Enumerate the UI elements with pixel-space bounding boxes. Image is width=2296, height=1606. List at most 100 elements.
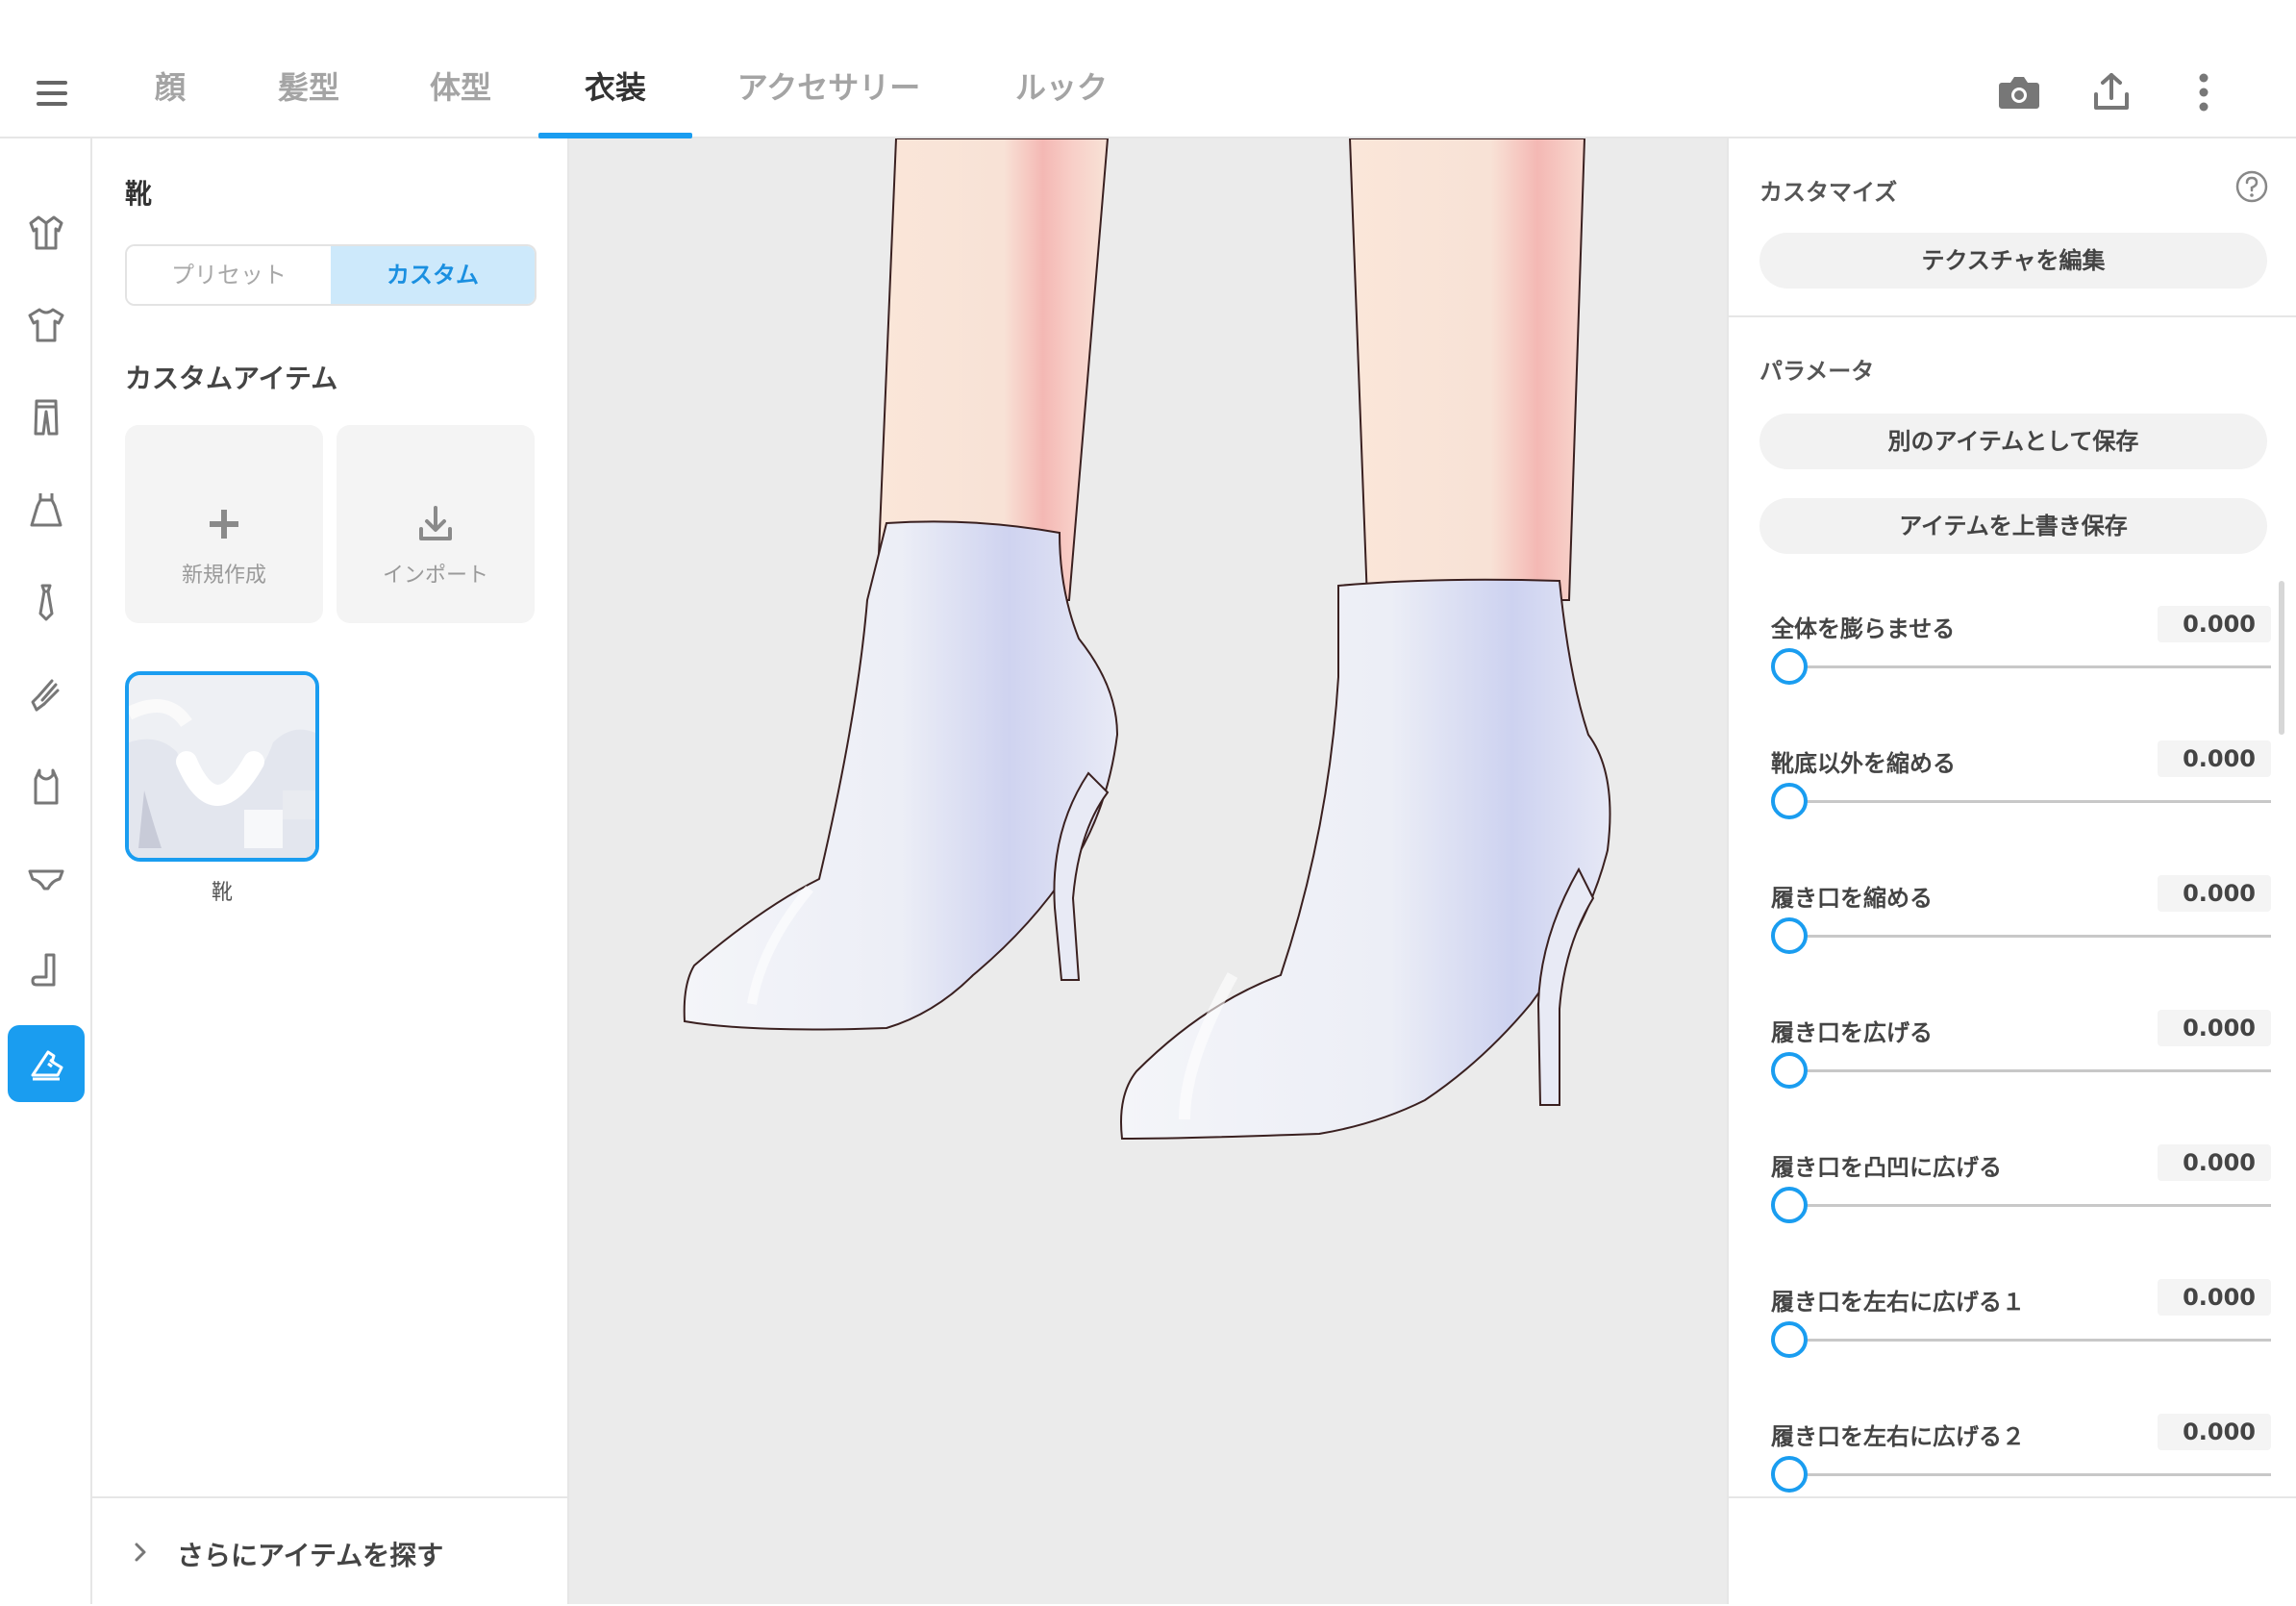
param-value-field[interactable]: 0.000 <box>2158 1279 2271 1316</box>
tab-label: 衣装 <box>584 69 646 106</box>
tab-label: 顔 <box>154 69 186 106</box>
param-slider-thumb[interactable] <box>1771 1187 1808 1223</box>
tshirt-icon <box>28 308 64 342</box>
boot-texture-preview <box>129 675 315 858</box>
tab-label: 髪型 <box>277 69 339 106</box>
jacket-icon <box>29 215 63 250</box>
pants-icon <box>34 399 59 436</box>
tab-look[interactable]: ルック <box>1000 63 1123 138</box>
boot-item-thumbnail[interactable] <box>125 671 319 862</box>
glove-icon <box>31 679 60 712</box>
customize-title: カスタマイズ <box>1759 179 1898 206</box>
customize-panel: カスタマイズ テクスチャを編集 パラメータ 別のアイテムとして保存 アイテムを上… <box>1727 138 2296 1604</box>
rail-item-shoe[interactable] <box>8 1025 85 1102</box>
rail-item-dress[interactable] <box>8 471 85 548</box>
tab-hairstyle[interactable]: 髪型 <box>262 63 356 138</box>
share-upload-icon[interactable] <box>2086 67 2136 117</box>
panel-footer-divider <box>1729 1496 2296 1498</box>
param-row: 全体を膨らませる 0.000 <box>1771 606 2271 725</box>
find-more-label: さらにアイテムを探す <box>177 1540 444 1571</box>
rail-item-necktie[interactable] <box>8 564 85 640</box>
param-label: 履き口を縮める <box>1771 885 1933 912</box>
rail-item-tank-top[interactable] <box>8 748 85 825</box>
rail-item-sock[interactable] <box>8 933 85 1010</box>
param-slider-thumb[interactable] <box>1771 1052 1808 1089</box>
param-slider-track[interactable] <box>1771 1069 2271 1072</box>
dress-icon <box>30 493 62 527</box>
param-value-field[interactable]: 0.000 <box>2158 1144 2271 1181</box>
param-label: 履き口を左右に広げる１ <box>1771 1289 2025 1316</box>
param-slider-track[interactable] <box>1771 1473 2271 1476</box>
param-row: 履き口を凸凹に広げる 0.000 <box>1771 1144 2271 1264</box>
tab-label: ルック <box>1014 69 1108 106</box>
preset-custom-toggle: プリセット カスタム <box>125 244 537 306</box>
param-slider-track[interactable] <box>1771 1204 2271 1207</box>
help-icon[interactable] <box>2234 169 2269 204</box>
edit-texture-button[interactable]: テクスチャを編集 <box>1759 233 2267 289</box>
tab-face[interactable]: 顔 <box>135 63 206 138</box>
param-label: 全体を膨らませる <box>1771 615 1956 642</box>
tab-label: 体型 <box>429 69 491 106</box>
import-label: インポート <box>382 564 488 588</box>
param-value-field[interactable]: 0.000 <box>2158 1010 2271 1046</box>
camera-icon[interactable] <box>1994 67 2044 117</box>
download-icon <box>419 506 452 540</box>
find-more-items-button[interactable]: さらにアイテムを探す <box>92 1496 567 1606</box>
tab-outfit[interactable]: 衣装 <box>538 63 692 138</box>
necktie-icon <box>38 584 54 621</box>
param-slider-thumb[interactable] <box>1771 917 1808 954</box>
param-label: 履き口を広げる <box>1771 1019 1933 1046</box>
preset-tab[interactable]: プリセット <box>127 246 331 304</box>
tab-body-type[interactable]: 体型 <box>413 63 508 138</box>
param-label: 履き口を左右に広げる２ <box>1771 1423 2025 1450</box>
param-slider-thumb[interactable] <box>1771 1456 1808 1493</box>
panel-title: 靴 <box>125 178 153 210</box>
hamburger-menu-icon[interactable] <box>33 73 73 113</box>
param-value-field[interactable]: 0.000 <box>2158 1414 2271 1450</box>
param-slider-thumb[interactable] <box>1771 783 1808 819</box>
rail-item-glove[interactable] <box>8 656 85 733</box>
underwear-icon <box>28 869 64 891</box>
param-row: 履き口を左右に広げる２ 0.000 <box>1771 1414 2271 1533</box>
save-as-new-item-button[interactable]: 別のアイテムとして保存 <box>1759 414 2267 469</box>
param-slider-track[interactable] <box>1771 935 2271 938</box>
rail-item-underwear[interactable] <box>8 841 85 917</box>
item-name: 靴 <box>211 881 233 905</box>
param-label: 履き口を凸凹に広げる <box>1771 1154 2002 1181</box>
sock-icon <box>31 953 56 987</box>
section-divider <box>1729 315 2296 317</box>
param-slider-track[interactable] <box>1771 665 2271 668</box>
tab-label: アクセサリー <box>736 69 921 106</box>
top-bar: 顔 髪型 体型 衣装 アクセサリー ルック <box>0 0 2296 138</box>
param-row: 履き口を広げる 0.000 <box>1771 1010 2271 1129</box>
rail-item-jacket[interactable] <box>8 194 85 271</box>
rail-item-pants[interactable] <box>8 379 85 456</box>
tab-accessory[interactable]: アクセサリー <box>731 63 927 138</box>
param-value-field[interactable]: 0.000 <box>2158 740 2271 777</box>
3d-preview-viewport[interactable] <box>569 138 1727 1604</box>
param-slider-track[interactable] <box>1771 1339 2271 1342</box>
item-panel: 靴 プリセット カスタム カスタムアイテム 新規作成 インポート 靴 さらにアイ… <box>92 138 569 1604</box>
param-value-field[interactable]: 0.000 <box>2158 606 2271 642</box>
custom-tab[interactable]: カスタム <box>331 246 535 304</box>
param-slider-track[interactable] <box>1771 800 2271 803</box>
param-slider-thumb[interactable] <box>1771 1321 1808 1358</box>
param-slider-thumb[interactable] <box>1771 648 1808 685</box>
plus-icon <box>210 510 238 539</box>
category-rail <box>0 138 92 1604</box>
scrollbar[interactable] <box>2279 581 2284 735</box>
rail-item-tshirt[interactable] <box>8 287 85 364</box>
param-label: 靴底以外を縮める <box>1771 750 1956 777</box>
param-value-field[interactable]: 0.000 <box>2158 875 2271 912</box>
param-row: 履き口を左右に広げる１ 0.000 <box>1771 1279 2271 1398</box>
overwrite-save-button[interactable]: アイテムを上書き保存 <box>1759 498 2267 554</box>
chevron-right-icon <box>135 1543 146 1562</box>
custom-items-heading: カスタムアイテム <box>125 363 338 394</box>
param-row: 靴底以外を縮める 0.000 <box>1771 740 2271 860</box>
shoe-icon <box>31 1050 63 1081</box>
more-vertical-icon[interactable] <box>2179 67 2229 117</box>
new-item-button[interactable]: 新規作成 <box>125 425 323 623</box>
tank-top-icon <box>34 768 59 805</box>
boots-3d-render <box>683 138 1611 1141</box>
import-button[interactable]: インポート <box>337 425 535 623</box>
